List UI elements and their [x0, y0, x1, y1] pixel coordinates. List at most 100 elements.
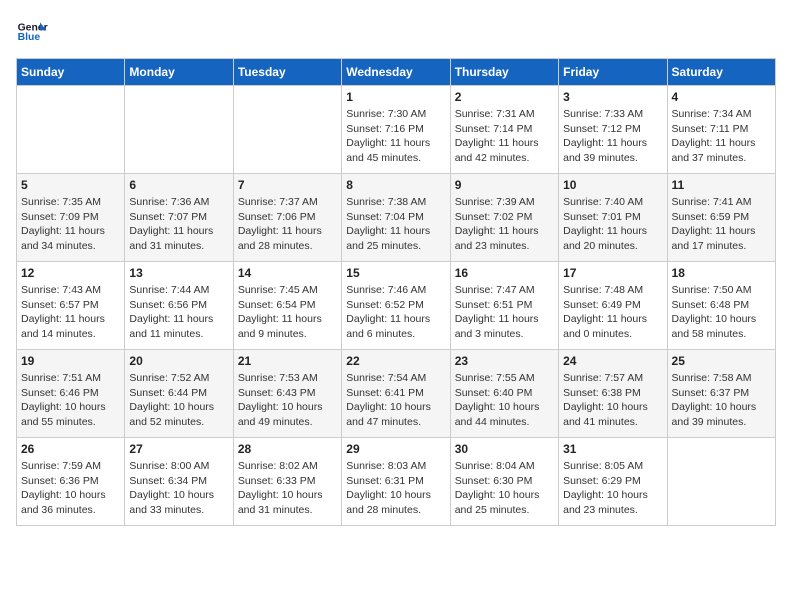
day-number: 15 [346, 266, 445, 280]
calendar-day-5: 5 Sunrise: 7:35 AM Sunset: 7:09 PM Daylig… [17, 174, 125, 262]
day-info: Sunrise: 7:37 AM Sunset: 7:06 PM Dayligh… [238, 195, 337, 254]
day-number: 9 [455, 178, 554, 192]
calendar-empty-cell [667, 438, 775, 526]
day-info: Sunrise: 7:43 AM Sunset: 6:57 PM Dayligh… [21, 283, 120, 342]
calendar-day-31: 31 Sunrise: 8:05 AM Sunset: 6:29 PM Dayli… [559, 438, 667, 526]
day-info: Sunrise: 8:04 AM Sunset: 6:30 PM Dayligh… [455, 459, 554, 518]
day-info: Sunrise: 7:31 AM Sunset: 7:14 PM Dayligh… [455, 107, 554, 166]
day-number: 16 [455, 266, 554, 280]
day-number: 3 [563, 90, 662, 104]
day-number: 5 [21, 178, 120, 192]
day-info: Sunrise: 7:44 AM Sunset: 6:56 PM Dayligh… [129, 283, 228, 342]
day-info: Sunrise: 7:57 AM Sunset: 6:38 PM Dayligh… [563, 371, 662, 430]
day-info: Sunrise: 7:45 AM Sunset: 6:54 PM Dayligh… [238, 283, 337, 342]
day-number: 20 [129, 354, 228, 368]
day-number: 10 [563, 178, 662, 192]
day-info: Sunrise: 7:53 AM Sunset: 6:43 PM Dayligh… [238, 371, 337, 430]
calendar-day-22: 22 Sunrise: 7:54 AM Sunset: 6:41 PM Dayli… [342, 350, 450, 438]
day-header-friday: Friday [559, 59, 667, 86]
day-number: 30 [455, 442, 554, 456]
day-number: 28 [238, 442, 337, 456]
day-info: Sunrise: 7:55 AM Sunset: 6:40 PM Dayligh… [455, 371, 554, 430]
day-number: 27 [129, 442, 228, 456]
calendar-day-20: 20 Sunrise: 7:52 AM Sunset: 6:44 PM Dayli… [125, 350, 233, 438]
day-info: Sunrise: 7:35 AM Sunset: 7:09 PM Dayligh… [21, 195, 120, 254]
calendar-day-4: 4 Sunrise: 7:34 AM Sunset: 7:11 PM Daylig… [667, 86, 775, 174]
calendar-week-row: 5 Sunrise: 7:35 AM Sunset: 7:09 PM Daylig… [17, 174, 776, 262]
calendar-empty-cell [125, 86, 233, 174]
calendar-day-12: 12 Sunrise: 7:43 AM Sunset: 6:57 PM Dayli… [17, 262, 125, 350]
calendar-day-21: 21 Sunrise: 7:53 AM Sunset: 6:43 PM Dayli… [233, 350, 341, 438]
day-info: Sunrise: 7:36 AM Sunset: 7:07 PM Dayligh… [129, 195, 228, 254]
calendar-day-30: 30 Sunrise: 8:04 AM Sunset: 6:30 PM Dayli… [450, 438, 558, 526]
calendar-week-row: 12 Sunrise: 7:43 AM Sunset: 6:57 PM Dayli… [17, 262, 776, 350]
day-info: Sunrise: 8:05 AM Sunset: 6:29 PM Dayligh… [563, 459, 662, 518]
day-info: Sunrise: 7:52 AM Sunset: 6:44 PM Dayligh… [129, 371, 228, 430]
calendar-day-14: 14 Sunrise: 7:45 AM Sunset: 6:54 PM Dayli… [233, 262, 341, 350]
calendar-empty-cell [17, 86, 125, 174]
day-header-monday: Monday [125, 59, 233, 86]
calendar-day-13: 13 Sunrise: 7:44 AM Sunset: 6:56 PM Dayli… [125, 262, 233, 350]
calendar-day-15: 15 Sunrise: 7:46 AM Sunset: 6:52 PM Dayli… [342, 262, 450, 350]
calendar-day-3: 3 Sunrise: 7:33 AM Sunset: 7:12 PM Daylig… [559, 86, 667, 174]
calendar-day-29: 29Sunrise: 8:03 AM Sunset: 6:31 PM Dayli… [342, 438, 450, 526]
day-info: Sunrise: 7:33 AM Sunset: 7:12 PM Dayligh… [563, 107, 662, 166]
calendar-week-row: 19Sunrise: 7:51 AM Sunset: 6:46 PM Dayli… [17, 350, 776, 438]
day-number: 17 [563, 266, 662, 280]
calendar-day-7: 7 Sunrise: 7:37 AM Sunset: 7:06 PM Daylig… [233, 174, 341, 262]
day-number: 6 [129, 178, 228, 192]
day-info: Sunrise: 7:54 AM Sunset: 6:41 PM Dayligh… [346, 371, 445, 430]
logo-icon: General Blue [16, 16, 48, 48]
day-number: 8 [346, 178, 445, 192]
calendar-day-19: 19Sunrise: 7:51 AM Sunset: 6:46 PM Dayli… [17, 350, 125, 438]
calendar-day-18: 18 Sunrise: 7:50 AM Sunset: 6:48 PM Dayli… [667, 262, 775, 350]
calendar-day-28: 28 Sunrise: 8:02 AM Sunset: 6:33 PM Dayli… [233, 438, 341, 526]
calendar-day-25: 25 Sunrise: 7:58 AM Sunset: 6:37 PM Dayli… [667, 350, 775, 438]
day-number: 7 [238, 178, 337, 192]
day-info: Sunrise: 7:48 AM Sunset: 6:49 PM Dayligh… [563, 283, 662, 342]
day-info: Sunrise: 7:34 AM Sunset: 7:11 PM Dayligh… [672, 107, 771, 166]
day-number: 22 [346, 354, 445, 368]
calendar-day-11: 11Sunrise: 7:41 AM Sunset: 6:59 PM Dayli… [667, 174, 775, 262]
day-number: 21 [238, 354, 337, 368]
day-number: 29 [346, 442, 445, 456]
day-info: Sunrise: 7:39 AM Sunset: 7:02 PM Dayligh… [455, 195, 554, 254]
day-number: 25 [672, 354, 771, 368]
day-info: Sunrise: 7:50 AM Sunset: 6:48 PM Dayligh… [672, 283, 771, 342]
calendar-day-10: 10 Sunrise: 7:40 AM Sunset: 7:01 PM Dayli… [559, 174, 667, 262]
day-number: 14 [238, 266, 337, 280]
day-number: 18 [672, 266, 771, 280]
day-number: 24 [563, 354, 662, 368]
calendar-day-16: 16 Sunrise: 7:47 AM Sunset: 6:51 PM Dayli… [450, 262, 558, 350]
calendar-day-26: 26 Sunrise: 7:59 AM Sunset: 6:36 PM Dayli… [17, 438, 125, 526]
day-info: Sunrise: 7:38 AM Sunset: 7:04 PM Dayligh… [346, 195, 445, 254]
day-number: 2 [455, 90, 554, 104]
day-info: Sunrise: 7:30 AM Sunset: 7:16 PM Dayligh… [346, 107, 445, 166]
day-header-sunday: Sunday [17, 59, 125, 86]
calendar-day-27: 27Sunrise: 8:00 AM Sunset: 6:34 PM Dayli… [125, 438, 233, 526]
day-info: Sunrise: 7:47 AM Sunset: 6:51 PM Dayligh… [455, 283, 554, 342]
day-number: 4 [672, 90, 771, 104]
calendar-empty-cell [233, 86, 341, 174]
day-info: Sunrise: 7:59 AM Sunset: 6:36 PM Dayligh… [21, 459, 120, 518]
day-header-saturday: Saturday [667, 59, 775, 86]
calendar-day-17: 17 Sunrise: 7:48 AM Sunset: 6:49 PM Dayli… [559, 262, 667, 350]
calendar-day-8: 8 Sunrise: 7:38 AM Sunset: 7:04 PM Daylig… [342, 174, 450, 262]
calendar-day-23: 23Sunrise: 7:55 AM Sunset: 6:40 PM Dayli… [450, 350, 558, 438]
calendar-table: SundayMondayTuesdayWednesdayThursdayFrid… [16, 58, 776, 526]
calendar-body: 1Sunrise: 7:30 AM Sunset: 7:16 PM Daylig… [17, 86, 776, 526]
day-info: Sunrise: 7:40 AM Sunset: 7:01 PM Dayligh… [563, 195, 662, 254]
day-info: Sunrise: 7:58 AM Sunset: 6:37 PM Dayligh… [672, 371, 771, 430]
day-number: 26 [21, 442, 120, 456]
page-header: General Blue [16, 16, 776, 48]
calendar-day-1: 1Sunrise: 7:30 AM Sunset: 7:16 PM Daylig… [342, 86, 450, 174]
day-info: Sunrise: 7:51 AM Sunset: 6:46 PM Dayligh… [21, 371, 120, 430]
logo: General Blue [16, 16, 48, 48]
day-number: 13 [129, 266, 228, 280]
day-number: 12 [21, 266, 120, 280]
day-number: 31 [563, 442, 662, 456]
day-info: Sunrise: 7:46 AM Sunset: 6:52 PM Dayligh… [346, 283, 445, 342]
calendar-day-6: 6 Sunrise: 7:36 AM Sunset: 7:07 PM Daylig… [125, 174, 233, 262]
calendar-day-9: 9 Sunrise: 7:39 AM Sunset: 7:02 PM Daylig… [450, 174, 558, 262]
day-info: Sunrise: 8:02 AM Sunset: 6:33 PM Dayligh… [238, 459, 337, 518]
